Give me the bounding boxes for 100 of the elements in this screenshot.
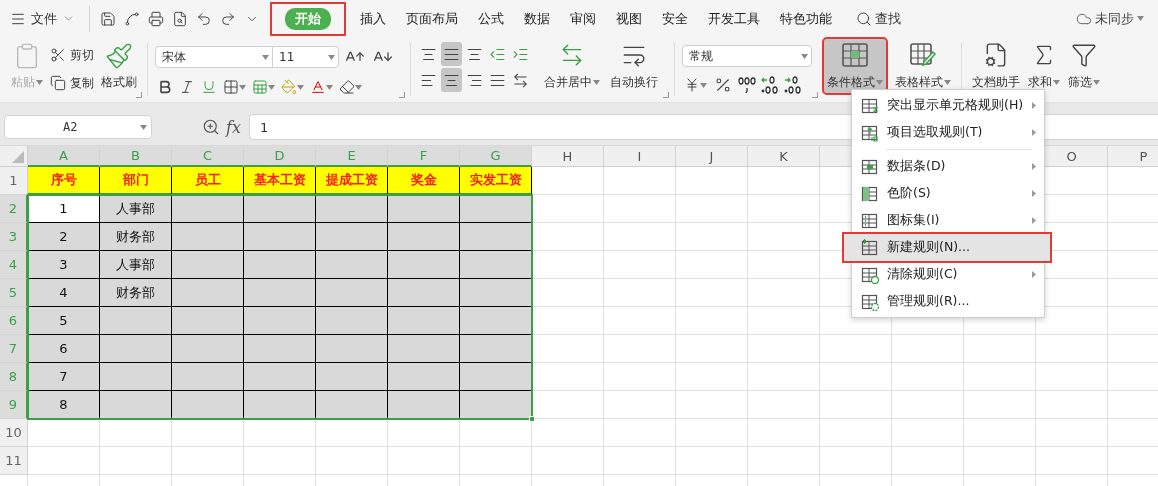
table-cell xyxy=(388,363,460,391)
table-cell xyxy=(388,307,460,335)
ribbon-tab[interactable]: 页面布局 xyxy=(406,9,458,28)
number-format-picker[interactable]: 常规 xyxy=(682,45,812,67)
table-cell xyxy=(172,279,244,307)
table-cell xyxy=(244,195,316,223)
zoom-icon xyxy=(202,118,220,136)
table-cell xyxy=(244,363,316,391)
save-glyph-icon xyxy=(100,10,116,27)
search-icon xyxy=(856,10,872,27)
column-heading: 奖金 xyxy=(388,167,460,195)
font-color-icon xyxy=(310,79,326,95)
table-cell xyxy=(316,391,388,419)
row-header[interactable]: 1 xyxy=(0,167,28,195)
column-header[interactable]: H xyxy=(532,146,604,167)
dialog-launcher-icon[interactable] xyxy=(812,92,818,98)
column-header[interactable]: P xyxy=(1108,146,1158,167)
table-cell xyxy=(388,279,460,307)
table-cell xyxy=(460,307,532,335)
curve-glyph-icon xyxy=(124,10,140,27)
ribbon-tab[interactable]: 开发工具 xyxy=(708,9,760,28)
ribbon-tab[interactable]: 公式 xyxy=(478,9,504,28)
table-cell xyxy=(460,391,532,419)
ribbon-tab[interactable]: 审阅 xyxy=(570,9,596,28)
function-button[interactable]: fx xyxy=(226,117,241,137)
ribbon-tab[interactable]: 插入 xyxy=(360,9,386,28)
table-cell xyxy=(388,223,460,251)
search-tab[interactable]: 查找 xyxy=(856,9,901,28)
increase-decimal-icon[interactable] xyxy=(760,75,780,95)
menu-item[interactable]: 管理规则(R)... xyxy=(852,288,1044,315)
table-cell xyxy=(316,195,388,223)
tool-button[interactable]: 文档助手 xyxy=(969,39,1023,93)
table-cell xyxy=(244,391,316,419)
yen-icon xyxy=(684,77,700,93)
column-header[interactable]: K xyxy=(748,146,820,167)
menu-item[interactable]: 图标集(I) xyxy=(852,207,1044,234)
wrap-text-button[interactable]: 自动换行 xyxy=(607,39,661,93)
table-cell xyxy=(316,251,388,279)
merge-center-button[interactable]: 合并居中 xyxy=(541,39,603,93)
file-menu[interactable]: 文件 xyxy=(6,9,83,28)
ribbon-tab[interactable]: 特色功能 xyxy=(780,9,832,28)
menu-item[interactable]: 清除规则(C) xyxy=(852,261,1044,288)
caret-icon xyxy=(1137,16,1144,21)
font-size[interactable]: 11 xyxy=(279,50,295,64)
decrease-decimal-icon[interactable] xyxy=(783,75,803,95)
column-heading: 序号 xyxy=(28,167,100,195)
cut-button[interactable]: 剪切 xyxy=(50,45,94,65)
menu-item[interactable]: 色阶(S) xyxy=(852,180,1044,207)
paint-bucket-icon xyxy=(281,79,297,95)
table-cell: 5 xyxy=(28,307,100,335)
paintbrush-icon xyxy=(105,42,133,70)
ribbon-tab[interactable]: 安全 xyxy=(662,9,688,28)
table-cell: 7 xyxy=(28,363,100,391)
table-cell xyxy=(316,307,388,335)
tool-button[interactable]: 筛选 xyxy=(1065,39,1103,93)
dialog-launcher-icon[interactable] xyxy=(663,92,669,98)
align-button[interactable] xyxy=(441,42,462,66)
undo-glyph-icon xyxy=(196,10,212,27)
table-cell: 人事部 xyxy=(100,251,172,279)
caret-icon xyxy=(239,84,246,90)
font-family[interactable]: 宋体 xyxy=(162,48,186,66)
table-cell xyxy=(460,195,532,223)
copy-icon xyxy=(50,75,66,91)
conditional-format-icon xyxy=(841,42,869,68)
font-picker[interactable]: 宋体 11 xyxy=(155,46,339,68)
rule-icon xyxy=(861,265,879,284)
sync-status[interactable]: 未同步 xyxy=(1076,9,1144,28)
table-cell xyxy=(388,335,460,363)
ribbon-tab[interactable]: 数据 xyxy=(524,9,550,28)
ribbon-tab[interactable]: 视图 xyxy=(616,9,642,28)
rule-icon xyxy=(861,238,879,257)
copy-button[interactable]: 复制 xyxy=(50,73,94,93)
rule-icon xyxy=(861,292,879,311)
align-button[interactable] xyxy=(441,68,462,92)
caret-icon xyxy=(326,84,333,90)
format-painter-button[interactable]: 格式刷 xyxy=(98,39,140,93)
table-cell xyxy=(100,391,172,419)
column-heading: 员工 xyxy=(172,167,244,195)
style-button[interactable]: 表格样式 xyxy=(892,39,954,93)
name-box[interactable]: A2 xyxy=(4,115,152,139)
table-cell xyxy=(460,223,532,251)
tool-button[interactable]: 求和 xyxy=(1025,39,1063,93)
table-cell: 6 xyxy=(28,335,100,363)
table-cell: 财务部 xyxy=(100,223,172,251)
dialog-launcher-icon[interactable] xyxy=(136,92,142,98)
thousands-separator-icon[interactable] xyxy=(737,75,757,95)
redo-glyph-icon xyxy=(220,10,236,27)
style-button[interactable]: 条件格式 xyxy=(824,39,886,93)
menu-item[interactable]: 新建规则(N)... xyxy=(844,234,1050,261)
column-header[interactable]: J xyxy=(676,146,748,167)
column-header[interactable]: I xyxy=(604,146,676,167)
row-header[interactable]: 11 xyxy=(0,447,28,475)
table-cell xyxy=(460,335,532,363)
dialog-launcher-icon[interactable] xyxy=(399,92,405,98)
row-header[interactable]: 10 xyxy=(0,419,28,447)
column-heading: 部门 xyxy=(100,167,172,195)
table-cell xyxy=(388,195,460,223)
caret-icon xyxy=(262,54,269,60)
printer-glyph-icon xyxy=(148,10,164,27)
table-cell xyxy=(460,279,532,307)
